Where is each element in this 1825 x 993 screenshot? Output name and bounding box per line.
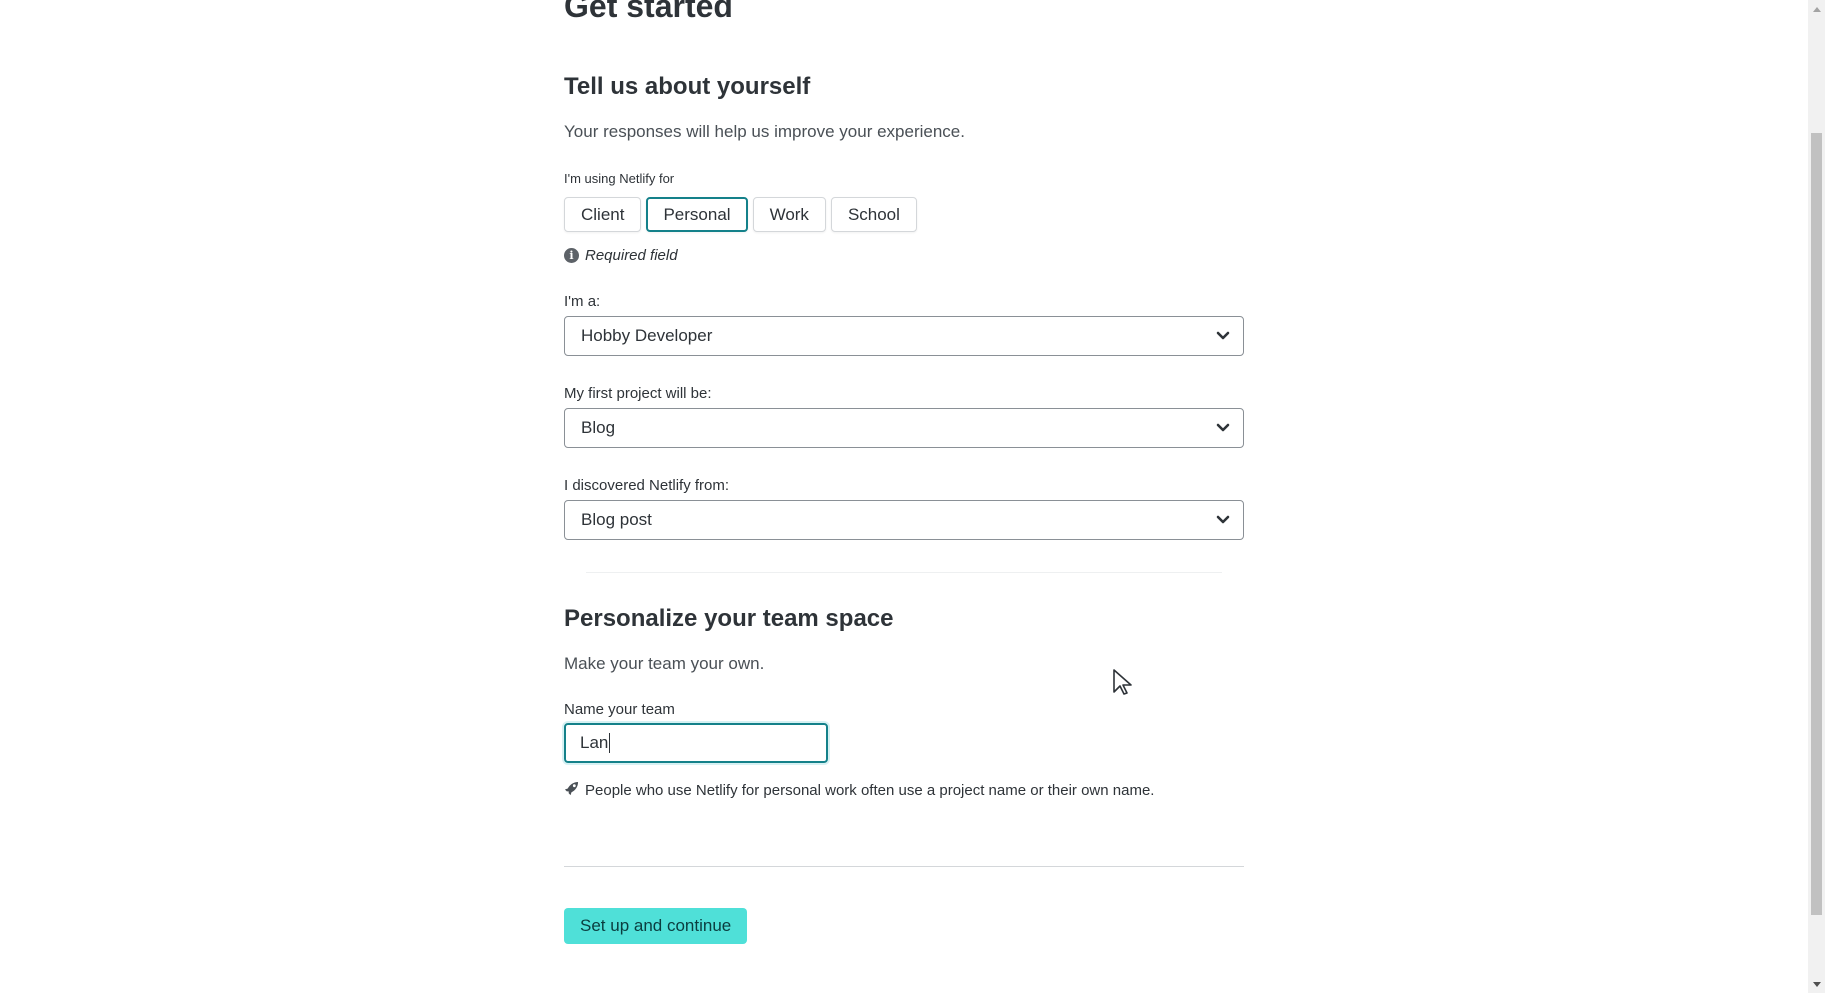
- team-section-description: Make your team your own.: [564, 654, 765, 673]
- project-field: My first project will be: Blog: [564, 384, 1244, 448]
- chevron-down-icon: [1215, 328, 1231, 344]
- team-name-hint-text: People who use Netlify for personal work…: [585, 782, 1155, 799]
- usage-label: I'm using Netlify for: [564, 171, 675, 186]
- role-field: I'm a: Hobby Developer: [564, 292, 1244, 356]
- scroll-down-icon[interactable]: [1808, 976, 1825, 993]
- onboarding-form: Get started Tell us about yourself Your …: [564, 0, 1244, 944]
- role-label: I'm a:: [564, 293, 601, 310]
- page: Get started Tell us about yourself Your …: [0, 0, 1825, 993]
- role-select[interactable]: Hobby Developer: [564, 316, 1244, 356]
- discovery-label: I discovered Netlify from:: [564, 477, 730, 494]
- footer-divider: [564, 866, 1244, 867]
- page-title: Get started: [564, 0, 733, 24]
- text-caret: [609, 733, 611, 753]
- usage-options: Client Personal Work School: [564, 197, 1244, 232]
- usage-option-school[interactable]: School: [830, 197, 917, 232]
- scrollbar-thumb[interactable]: [1811, 133, 1822, 915]
- project-select-value: Blog: [581, 418, 616, 437]
- section-divider: [586, 572, 1222, 573]
- usage-option-work[interactable]: Work: [752, 197, 826, 232]
- required-text: Required field: [585, 247, 678, 264]
- team-name-label: Name your team: [564, 701, 675, 718]
- discovery-select-value: Blog post: [581, 510, 652, 529]
- scroll-up-icon[interactable]: [1808, 0, 1825, 17]
- team-name-hint: People who use Netlify for personal work…: [564, 781, 1244, 800]
- info-icon: i: [564, 248, 579, 263]
- about-section-description: Your responses will help us improve your…: [564, 122, 965, 141]
- role-select-value: Hobby Developer: [581, 326, 713, 345]
- usage-option-client[interactable]: Client: [564, 197, 642, 232]
- usage-option-personal[interactable]: Personal: [646, 197, 748, 232]
- team-name-value: Lan: [580, 733, 609, 752]
- project-select[interactable]: Blog: [564, 408, 1244, 448]
- discovery-field: I discovered Netlify from: Blog post: [564, 476, 1244, 540]
- chevron-down-icon: [1215, 512, 1231, 528]
- team-name-input[interactable]: Lan: [564, 723, 828, 763]
- setup-continue-button[interactable]: Set up and continue: [564, 908, 748, 944]
- chevron-down-icon: [1215, 420, 1231, 436]
- vertical-scrollbar[interactable]: [1808, 0, 1825, 993]
- mouse-cursor-icon: [1113, 669, 1132, 695]
- required-notice: i Required field: [564, 247, 1244, 264]
- project-label: My first project will be:: [564, 385, 712, 402]
- rocket-icon: [564, 781, 579, 800]
- discovery-select[interactable]: Blog post: [564, 500, 1244, 540]
- about-section-title: Tell us about yourself: [564, 73, 811, 100]
- team-section-title: Personalize your team space: [564, 605, 894, 632]
